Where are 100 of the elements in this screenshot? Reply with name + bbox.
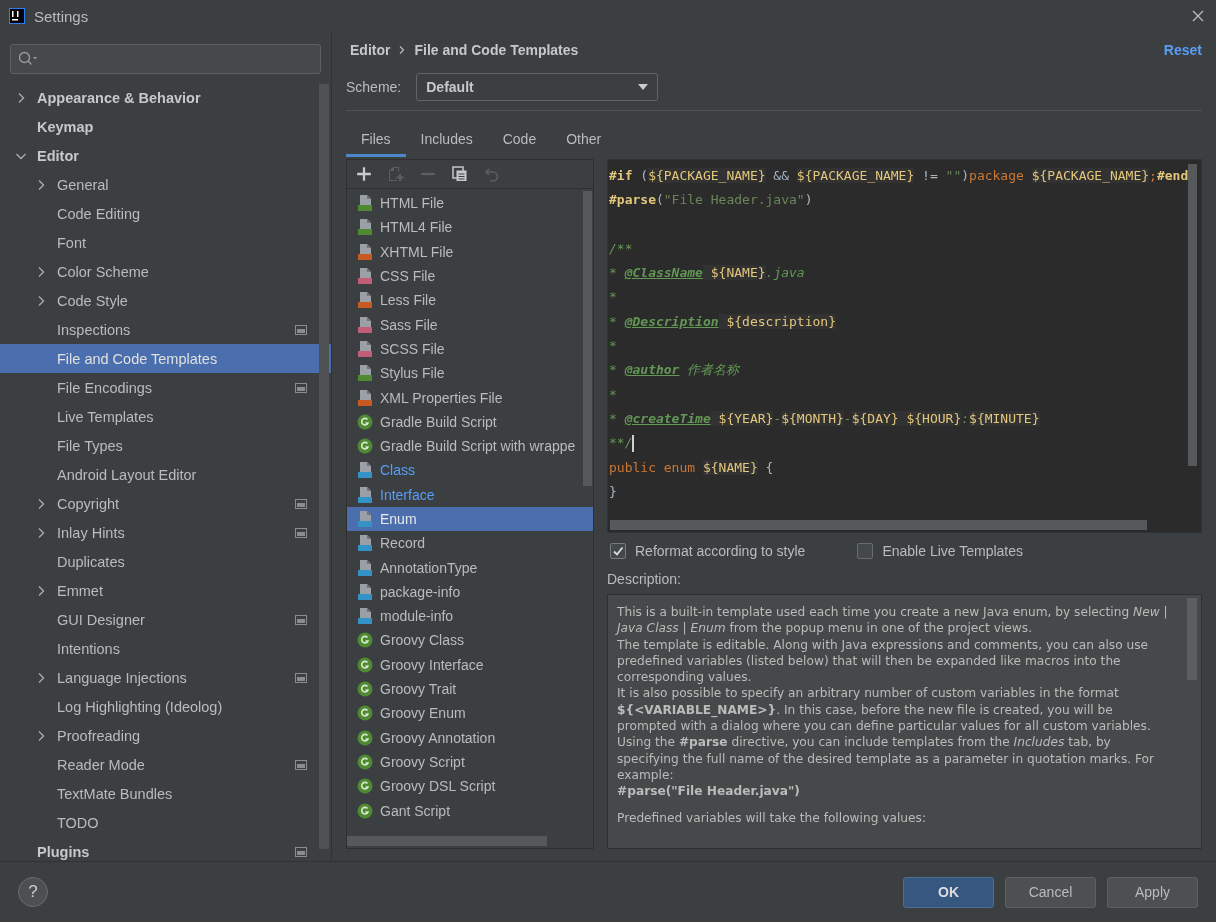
template-item[interactable]: Gradle Build Script <box>347 409 593 434</box>
description-text: Using the #parse directive, you can include templates from the Includes tab, by specifying the full name of the desired template as a parameter in quotation marks. For example: <box>617 734 1156 784</box>
checkbox[interactable] <box>857 543 874 559</box>
code-line: /** <box>608 239 633 258</box>
template-item[interactable]: Enum <box>347 506 593 532</box>
tree-item[interactable]: Inspections <box>0 315 331 344</box>
template-item[interactable]: HTML File <box>347 191 593 216</box>
tree-item[interactable]: Intentions <box>0 634 331 663</box>
code-line: #parse("File Header.java") <box>608 191 813 210</box>
scrollbar[interactable] <box>1188 164 1197 466</box>
checkbox-label[interactable]: Reformat according to style <box>635 543 806 559</box>
file-icon <box>357 316 373 333</box>
tree-item[interactable]: Proofreading <box>0 721 331 750</box>
template-item[interactable]: Interface <box>347 482 593 507</box>
template-item[interactable]: Groovy Interface <box>347 652 593 677</box>
code-editor[interactable] <box>607 159 1202 533</box>
chevron-icon[interactable] <box>37 497 45 510</box>
tree-item[interactable]: Copyright <box>0 489 331 518</box>
tree-item[interactable]: Language Injections <box>0 663 331 692</box>
tree-item[interactable]: Color Scheme <box>0 257 331 286</box>
groovy-icon <box>357 729 373 746</box>
template-item[interactable]: Groovy Enum <box>347 701 593 726</box>
tab[interactable]: Other <box>551 111 617 157</box>
code-line: #if (${PACKAGE_NAME} && ${PACKAGE_NAME} != "")package ${PACKAGE_NAME};#end <box>608 167 1189 185</box>
tree-item[interactable]: Inlay Hints <box>0 518 331 547</box>
scrollbar[interactable] <box>347 836 547 846</box>
template-item[interactable]: Sass File <box>347 312 593 337</box>
tree-item[interactable]: Reader Mode <box>0 750 331 779</box>
tab[interactable]: Code <box>487 111 552 157</box>
template-item[interactable]: HTML4 File <box>347 215 593 240</box>
help-button[interactable]: ? <box>18 877 48 907</box>
scrollbar[interactable] <box>319 84 329 849</box>
tree-item[interactable]: Live Templates <box>0 402 331 431</box>
tree-item[interactable]: Font <box>0 228 331 257</box>
template-item[interactable]: AnnotationType <box>347 555 593 580</box>
file-icon <box>357 389 373 406</box>
template-item[interactable]: Less File <box>347 288 593 313</box>
tab[interactable]: Includes <box>405 111 488 157</box>
template-item[interactable]: XHTML File <box>347 239 593 264</box>
tree-item[interactable]: Duplicates <box>0 547 331 576</box>
chevron-icon[interactable] <box>37 265 45 278</box>
scrollbar[interactable] <box>610 520 1147 530</box>
chevron-icon[interactable] <box>37 526 45 539</box>
tree-item[interactable]: Editor <box>0 141 331 170</box>
tree-item[interactable]: File Types <box>0 431 331 460</box>
checkbox[interactable] <box>610 543 626 559</box>
scrollbar[interactable] <box>583 191 592 486</box>
dropdown-arrow-icon <box>638 84 649 90</box>
chevron-icon[interactable] <box>37 294 45 307</box>
template-item[interactable]: XML Properties File <box>347 385 593 410</box>
add-icon[interactable] <box>356 166 372 182</box>
chevron-icon[interactable] <box>15 151 27 160</box>
groovy-icon <box>357 802 373 819</box>
template-item[interactable]: package-info <box>347 579 593 605</box>
chevron-icon[interactable] <box>37 584 45 597</box>
file-icon <box>357 583 373 600</box>
template-item[interactable]: Class <box>347 458 593 483</box>
tree-item[interactable]: Log Highlighting (Ideolog) <box>0 692 331 721</box>
file-icon <box>357 340 373 357</box>
tree-item[interactable]: Code Style <box>0 286 331 315</box>
close-icon[interactable] <box>1192 10 1204 22</box>
chevron-icon[interactable] <box>17 91 25 104</box>
chevron-icon[interactable] <box>37 178 45 191</box>
scheme-dropdown[interactable]: Default <box>416 73 659 101</box>
tree-item[interactable]: Appearance & Behavior <box>0 83 331 112</box>
tree-item[interactable]: TODO <box>0 808 331 837</box>
tree-item[interactable]: File and Code Templates <box>0 344 331 373</box>
template-item[interactable]: CSS File <box>347 263 593 289</box>
tree-item[interactable]: General <box>0 170 331 199</box>
template-item[interactable]: Groovy DSL Script <box>347 774 593 799</box>
tree-item[interactable]: TextMate Bundles <box>0 779 331 808</box>
dialog-button[interactable]: Cancel <box>1005 876 1096 908</box>
dialog-button[interactable]: Apply <box>1107 876 1198 908</box>
tree-item[interactable]: Emmet <box>0 576 331 605</box>
template-item[interactable]: Gant Script <box>347 798 593 823</box>
template-item[interactable]: Stylus File <box>347 361 593 386</box>
tree-item[interactable]: Code Editing <box>0 199 331 228</box>
template-item[interactable]: Groovy Trait <box>347 676 593 702</box>
dialog-button[interactable]: OK <box>903 876 994 908</box>
template-item[interactable]: Groovy Class <box>347 628 593 653</box>
tree-item[interactable]: File Encodings <box>0 373 331 402</box>
chevron-icon[interactable] <box>37 729 45 742</box>
tree-item[interactable]: Plugins <box>0 837 331 861</box>
file-icon <box>357 195 373 212</box>
template-item[interactable]: Gradle Build Script with wrappe <box>347 433 593 459</box>
copy-icon[interactable] <box>452 166 468 182</box>
groovy-icon <box>357 681 373 698</box>
code-line: * <box>608 288 617 307</box>
tree-item[interactable]: Keymap <box>0 112 331 141</box>
tree-item[interactable]: Android Layout Editor <box>0 460 331 489</box>
tree-item[interactable]: GUI Designer <box>0 605 331 634</box>
template-item[interactable]: Record <box>347 531 593 556</box>
template-item[interactable]: SCSS File <box>347 336 593 362</box>
reset-link[interactable]: Reset <box>1163 42 1202 58</box>
chevron-icon[interactable] <box>37 671 45 684</box>
checkbox-label[interactable]: Enable Live Templates <box>882 543 1023 559</box>
search-field[interactable] <box>10 44 321 74</box>
template-item[interactable]: Groovy Script <box>347 749 593 775</box>
template-item[interactable]: Groovy Annotation <box>347 725 593 750</box>
template-item[interactable]: module-info <box>347 604 593 629</box>
